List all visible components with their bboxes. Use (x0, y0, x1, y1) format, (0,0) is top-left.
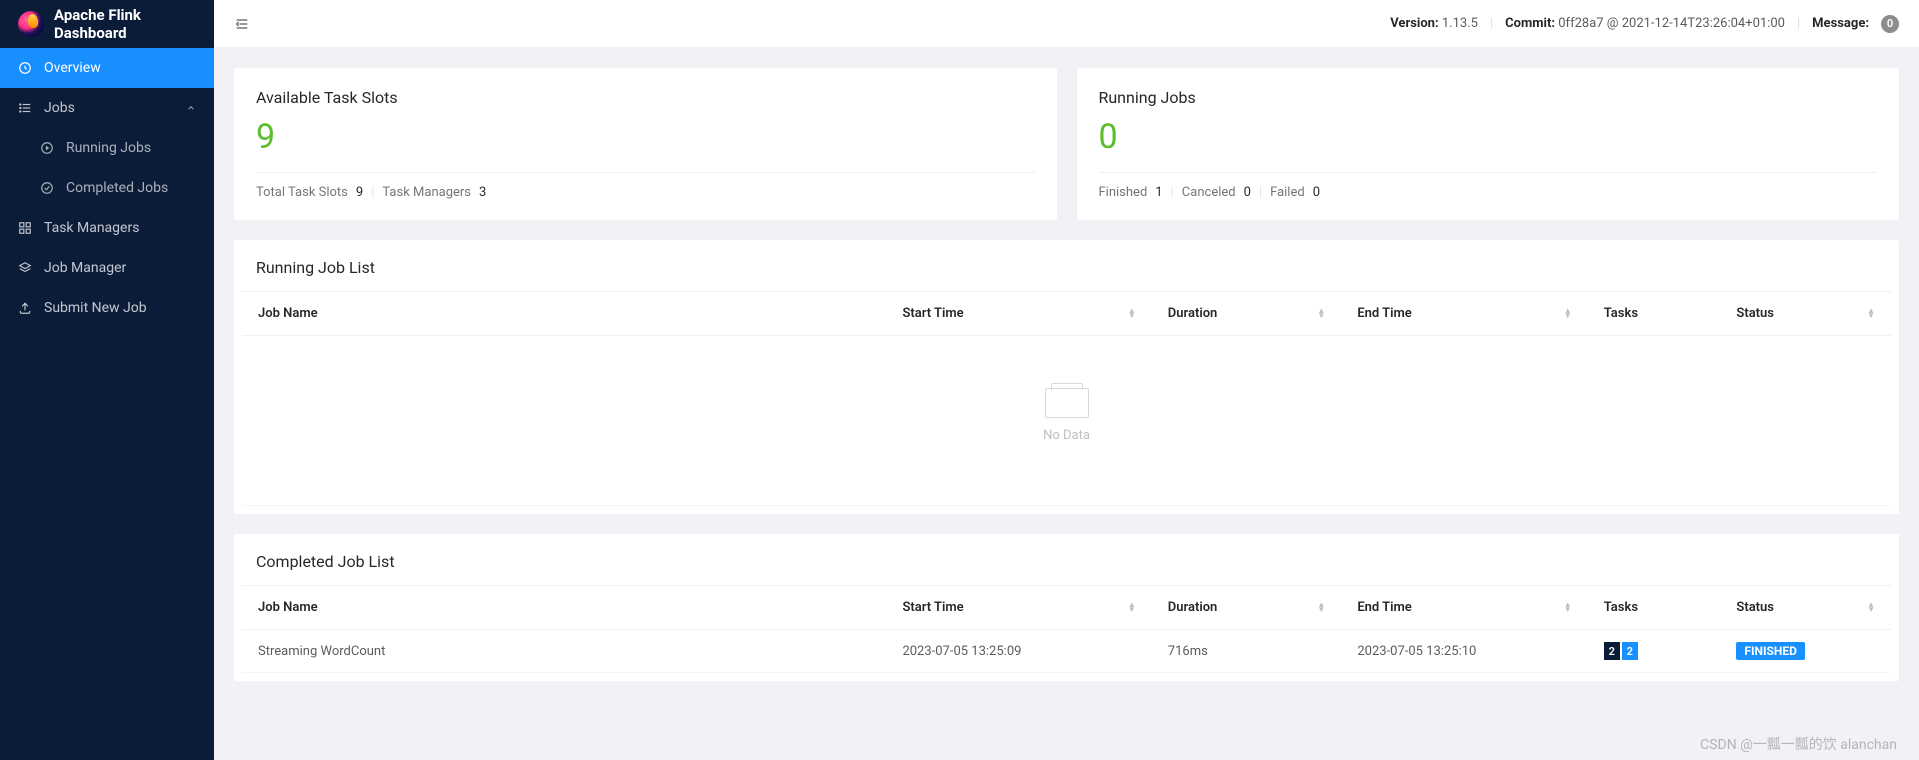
completed-job-list-card: Completed Job List Job Name Start Time▲▼… (234, 534, 1899, 681)
stat-card-jobs: Running Jobs 0 Finished 1 | Canceled 0 |… (1077, 68, 1900, 220)
cell-end-time: 2023-07-05 13:25:10 (1341, 630, 1587, 673)
sort-icon: ▲▼ (1564, 602, 1572, 612)
no-data-text: No Data (258, 428, 1875, 443)
stat-tm-label: Task Managers (382, 185, 471, 200)
check-circle-icon (40, 181, 54, 195)
layers-icon (18, 261, 32, 275)
stat-canceled-label: Canceled (1182, 185, 1236, 200)
sidebar-item-job-manager[interactable]: Job Manager (0, 248, 214, 288)
sort-icon: ▲▼ (1564, 308, 1572, 318)
version-label: Version: (1390, 16, 1438, 31)
sort-icon: ▲▼ (1867, 308, 1875, 318)
col-duration[interactable]: Duration▲▼ (1152, 292, 1342, 336)
dashboard-icon (18, 61, 32, 75)
stat-jobs-title: Running Jobs (1099, 88, 1878, 107)
sidebar-label-job-manager: Job Manager (44, 260, 126, 276)
table-row[interactable]: Streaming WordCount 2023-07-05 13:25:09 … (242, 630, 1891, 673)
divider: | (1797, 16, 1800, 31)
sidebar-label-jobs: Jobs (44, 100, 75, 116)
col-status[interactable]: Status▲▼ (1720, 292, 1891, 336)
completed-list-title: Completed Job List (234, 534, 1899, 585)
stat-jobs-value: 0 (1099, 119, 1878, 156)
inbox-icon (1045, 388, 1089, 418)
cell-status: FINISHED (1720, 630, 1891, 673)
topbar: Version: 1.13.5 | Commit: 0ff28a7 @ 2021… (214, 0, 1919, 48)
empty-state: No Data (258, 348, 1875, 493)
play-circle-icon (40, 141, 54, 155)
message-label: Message: (1812, 16, 1869, 31)
col-duration[interactable]: Duration▲▼ (1152, 586, 1342, 630)
stat-total-slots-value: 9 (356, 185, 363, 200)
col-tasks[interactable]: Tasks (1588, 292, 1721, 336)
stat-failed-label: Failed (1270, 185, 1305, 200)
col-tasks[interactable]: Tasks (1588, 586, 1721, 630)
sort-icon: ▲▼ (1128, 602, 1136, 612)
message-badge[interactable]: 0 (1881, 15, 1899, 33)
sidebar-item-task-managers[interactable]: Task Managers (0, 208, 214, 248)
col-start-time[interactable]: Start Time▲▼ (886, 586, 1151, 630)
col-end-time[interactable]: End Time▲▼ (1341, 586, 1587, 630)
brand-row: Apache Flink Dashboard (0, 0, 214, 48)
version-value: 1.13.5 (1442, 16, 1478, 31)
sidebar-label-completed-jobs: Completed Jobs (66, 180, 168, 196)
stat-slots-value: 9 (256, 119, 1035, 156)
sidebar-label-submit: Submit New Job (44, 300, 147, 316)
stat-card-slots: Available Task Slots 9 Total Task Slots … (234, 68, 1057, 220)
grid-icon (18, 221, 32, 235)
stat-canceled-value: 0 (1244, 185, 1251, 200)
stat-tm-value: 3 (479, 185, 486, 200)
cell-duration: 716ms (1152, 630, 1342, 673)
running-list-title: Running Job List (234, 240, 1899, 291)
task-badge-blue: 2 (1622, 642, 1638, 660)
stat-finished-label: Finished (1099, 185, 1148, 200)
sidebar-label-running-jobs: Running Jobs (66, 140, 151, 156)
sort-icon: ▲▼ (1867, 602, 1875, 612)
commit-label: Commit: (1505, 16, 1555, 31)
stat-slots-title: Available Task Slots (256, 88, 1035, 107)
running-job-list-card: Running Job List Job Name Start Time▲▼ D… (234, 240, 1899, 514)
status-badge: FINISHED (1736, 642, 1804, 660)
sidebar-item-jobs[interactable]: Jobs (0, 88, 214, 128)
sort-icon: ▲▼ (1317, 602, 1325, 612)
col-status[interactable]: Status▲▼ (1720, 586, 1891, 630)
upload-icon (18, 301, 32, 315)
stat-finished-value: 1 (1155, 185, 1162, 200)
list-icon (18, 101, 32, 115)
col-end-time[interactable]: End Time▲▼ (1341, 292, 1587, 336)
cell-start-time: 2023-07-05 13:25:09 (886, 630, 1151, 673)
stat-total-slots-label: Total Task Slots (256, 185, 348, 200)
sidebar-label-overview: Overview (44, 60, 101, 76)
sidebar-item-completed-jobs[interactable]: Completed Jobs (0, 168, 214, 208)
running-job-table: Job Name Start Time▲▼ Duration▲▼ End Tim… (242, 291, 1891, 506)
sidebar-item-overview[interactable]: Overview (0, 48, 214, 88)
sort-icon: ▲▼ (1128, 308, 1136, 318)
brand-title: Apache Flink Dashboard (54, 6, 196, 42)
col-job-name[interactable]: Job Name (242, 292, 886, 336)
completed-job-table: Job Name Start Time▲▼ Duration▲▼ End Tim… (242, 585, 1891, 673)
sidebar-collapse-icon[interactable] (234, 16, 250, 32)
chevron-up-icon (186, 103, 196, 113)
sidebar-label-task-managers: Task Managers (44, 220, 139, 236)
cell-job-name: Streaming WordCount (242, 630, 886, 673)
stat-failed-value: 0 (1313, 185, 1320, 200)
sidebar-item-submit-new-job[interactable]: Submit New Job (0, 288, 214, 328)
col-start-time[interactable]: Start Time▲▼ (886, 292, 1151, 336)
sort-icon: ▲▼ (1317, 308, 1325, 318)
divider: | (1490, 16, 1493, 31)
commit-value: 0ff28a7 @ 2021-12-14T23:26:04+01:00 (1558, 16, 1785, 31)
cell-tasks: 2 2 (1588, 630, 1721, 673)
col-job-name[interactable]: Job Name (242, 586, 886, 630)
task-badge-dark: 2 (1604, 642, 1620, 660)
sidebar: Apache Flink Dashboard Overview Jobs (0, 0, 214, 760)
sidebar-item-running-jobs[interactable]: Running Jobs (0, 128, 214, 168)
flink-logo-icon (18, 11, 44, 37)
